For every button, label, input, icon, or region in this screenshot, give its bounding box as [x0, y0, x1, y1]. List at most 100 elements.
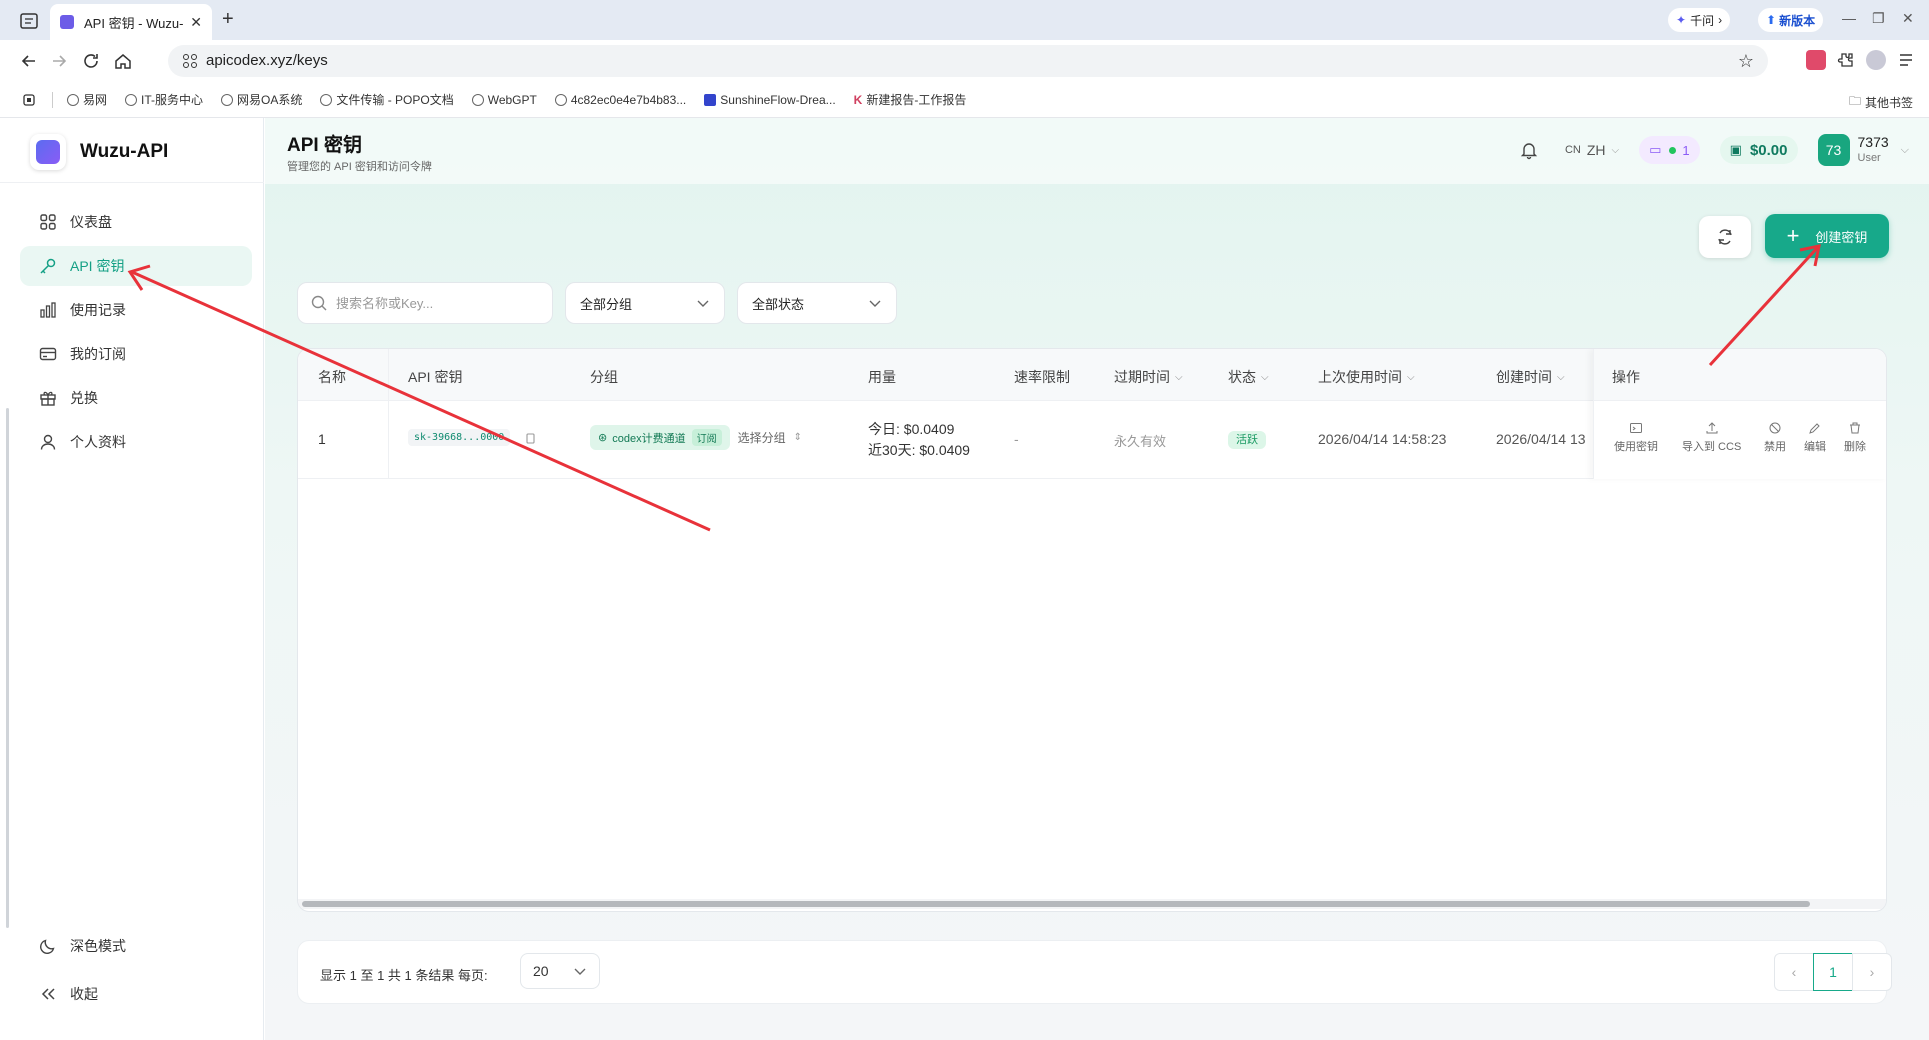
edit-button[interactable]: 编辑 — [1804, 421, 1826, 454]
qianwen-button[interactable]: ✦ 千问 › — [1668, 8, 1731, 32]
bookmarks-bar: 易网 IT-服务中心 网易OA系统 文件传输 - POPO文档 WebGPT 4… — [0, 82, 1929, 118]
language-selector[interactable]: CN ZH ⌵ — [1565, 142, 1619, 158]
group-filter-select[interactable]: 全部分组 — [565, 282, 725, 324]
next-page-button[interactable]: › — [1852, 953, 1892, 991]
bookmark-star-icon[interactable]: ☆ — [1738, 51, 1754, 72]
search-input[interactable] — [336, 295, 536, 311]
balance-chip[interactable]: ▣ $0.00 — [1719, 136, 1798, 164]
page-button-current[interactable]: 1 — [1813, 953, 1853, 991]
search-box[interactable] — [297, 282, 553, 324]
subscription-chip[interactable]: ▭ 1 — [1639, 136, 1700, 164]
main-content: API 密钥 管理您的 API 密钥和访问令牌 CN ZH ⌵ ▭ 1 ▣ $0… — [265, 118, 1929, 1040]
chevron-down-icon — [697, 300, 709, 307]
group-filter-value: 全部分组 — [580, 296, 633, 312]
create-key-label: 创建密钥 — [1815, 229, 1868, 245]
column-header-expires[interactable]: 过期时间 ⌵ — [1114, 367, 1183, 387]
translate-extension-icon[interactable] — [1806, 50, 1826, 70]
restore-window-button[interactable]: ❐ — [1872, 10, 1885, 27]
other-bookmarks[interactable]: 🗀 其他书签 — [1849, 92, 1913, 113]
bookmark-item[interactable]: 网易OA系统 — [221, 91, 302, 108]
minimize-window-button[interactable]: — — [1842, 10, 1856, 26]
extensions-icon[interactable] — [1836, 50, 1856, 70]
sunshine-icon — [704, 93, 717, 106]
reload-icon[interactable] — [80, 50, 102, 72]
sidebar-item-label: 兑换 — [70, 390, 98, 406]
address-toolbar: apicodex.xyz/keys ☆ — [0, 40, 1929, 82]
close-window-button[interactable]: ✕ — [1902, 10, 1914, 27]
sidebar-item-label: 使用记录 — [70, 302, 126, 318]
avatar[interactable]: 73 — [1817, 134, 1850, 166]
column-header-last-used[interactable]: 上次使用时间 ⌵ — [1318, 367, 1415, 387]
status-filter-select[interactable]: 全部状态 — [737, 282, 897, 324]
column-header-created[interactable]: 创建时间 ⌵ — [1496, 367, 1565, 387]
group-cell: ⊛ codex计费通道 订阅 选择分组 ⇕ — [590, 425, 802, 450]
bookmark-item[interactable]: IT-服务中心 — [125, 91, 203, 108]
sidebar-scrollbar[interactable] — [6, 408, 9, 928]
column-header-group: 分组 — [590, 367, 618, 387]
column-header-actions: 操作 — [1612, 367, 1640, 387]
sidebar-item-usage[interactable]: 使用记录 — [20, 290, 252, 330]
select-group-button[interactable]: 选择分组 — [738, 429, 786, 446]
bookmark-item[interactable]: K 新建报告-工作报告 — [854, 91, 967, 108]
site-settings-icon[interactable] — [182, 53, 198, 69]
refresh-icon — [1718, 229, 1732, 245]
dark-mode-toggle[interactable]: 深色模式 — [20, 926, 252, 966]
sidebar-bottom: 深色模式 收起 — [20, 926, 252, 1018]
sidebar-item-redeem[interactable]: 兑换 — [20, 378, 252, 418]
sidebar-item-profile[interactable]: 个人资料 — [20, 422, 252, 462]
browser-tab[interactable]: API 密钥 - Wuzu- ✕ — [50, 4, 212, 40]
bookmark-item[interactable]: SunshineFlow-Drea... — [704, 92, 836, 107]
browser-menu-icon[interactable] — [1896, 50, 1916, 70]
user-menu-chevron-icon[interactable]: ⌵ — [1901, 144, 1909, 157]
column-label: 速率限制 — [1014, 369, 1070, 385]
create-key-button[interactable]: + 创建密钥 — [1765, 214, 1889, 258]
bookmark-item[interactable]: 4c82ec0e4e7b4b83... — [554, 93, 686, 107]
status-badge: 活跃 — [1228, 431, 1266, 449]
bookmark-item[interactable]: 文件传输 - POPO文档 — [320, 91, 454, 108]
forward-icon[interactable] — [48, 50, 70, 72]
column-header-status[interactable]: 状态 ⌵ — [1228, 367, 1269, 387]
page-subtitle: 管理您的 API 密钥和访问令牌 — [287, 161, 432, 173]
header-actions: CN ZH ⌵ ▭ 1 ▣ $0.00 73 7373 User ⌵ — [1519, 132, 1909, 168]
new-tab-button[interactable]: + — [222, 8, 234, 31]
api-keys-table: 名称 API 密钥 分组 用量 速率限制 过期时间 ⌵ 状态 ⌵ 上次使用时间 ⌵ 创… — [297, 348, 1887, 912]
brand-name: Wuzu-API — [80, 141, 169, 162]
home-icon[interactable] — [112, 50, 134, 72]
close-tab-icon[interactable]: ✕ — [190, 14, 202, 31]
prev-page-button[interactable]: ‹ — [1774, 953, 1814, 991]
profile-icon[interactable] — [1866, 50, 1886, 70]
url-bar[interactable]: apicodex.xyz/keys ☆ — [168, 45, 1768, 77]
bookmark-item[interactable]: 易网 — [67, 91, 107, 108]
copy-icon[interactable] — [524, 432, 536, 444]
select-group-chevron-icon[interactable]: ⇕ — [794, 432, 802, 443]
sort-chevron-icon: ⌵ — [1261, 371, 1269, 383]
subscription-count: 1 — [1682, 142, 1690, 158]
sidebar-item-subscriptions[interactable]: 我的订阅 — [20, 334, 252, 374]
chevron-down-icon — [574, 968, 586, 975]
per-page-select[interactable]: 20 — [520, 953, 600, 989]
use-key-button[interactable]: 使用密钥 — [1614, 421, 1658, 454]
import-ccs-button[interactable]: 导入到 CCS — [1682, 421, 1741, 454]
globe-icon — [554, 93, 567, 106]
bookmark-label: 网易OA系统 — [237, 93, 303, 107]
bookmark-label: SunshineFlow-Drea... — [720, 92, 836, 107]
back-icon[interactable] — [18, 50, 40, 72]
apps-icon[interactable] — [22, 93, 36, 107]
bell-icon[interactable] — [1519, 140, 1539, 160]
horizontal-scrollbar[interactable] — [302, 901, 1810, 907]
user-info[interactable]: 7373 User — [1858, 134, 1889, 166]
sort-chevron-icon: ⌵ — [1407, 371, 1415, 383]
brand[interactable]: Wuzu-API — [30, 134, 168, 170]
sidebar-item-api-keys[interactable]: API 密钥 — [20, 246, 252, 286]
bookmark-item[interactable]: WebGPT — [471, 93, 537, 107]
url-text: apicodex.xyz/keys — [206, 52, 328, 69]
new-version-button[interactable]: ⬆ 新版本 — [1758, 8, 1824, 32]
collapse-sidebar-button[interactable]: 收起 — [20, 974, 252, 1014]
delete-button[interactable]: 删除 — [1844, 421, 1866, 454]
column-header-name[interactable]: 名称 — [318, 367, 346, 387]
pencil-icon — [1809, 423, 1820, 434]
tab-list-icon[interactable] — [18, 10, 40, 32]
disable-button[interactable]: 禁用 — [1764, 421, 1786, 454]
sidebar-item-dashboard[interactable]: 仪表盘 — [20, 202, 252, 242]
refresh-button[interactable] — [1699, 216, 1751, 258]
